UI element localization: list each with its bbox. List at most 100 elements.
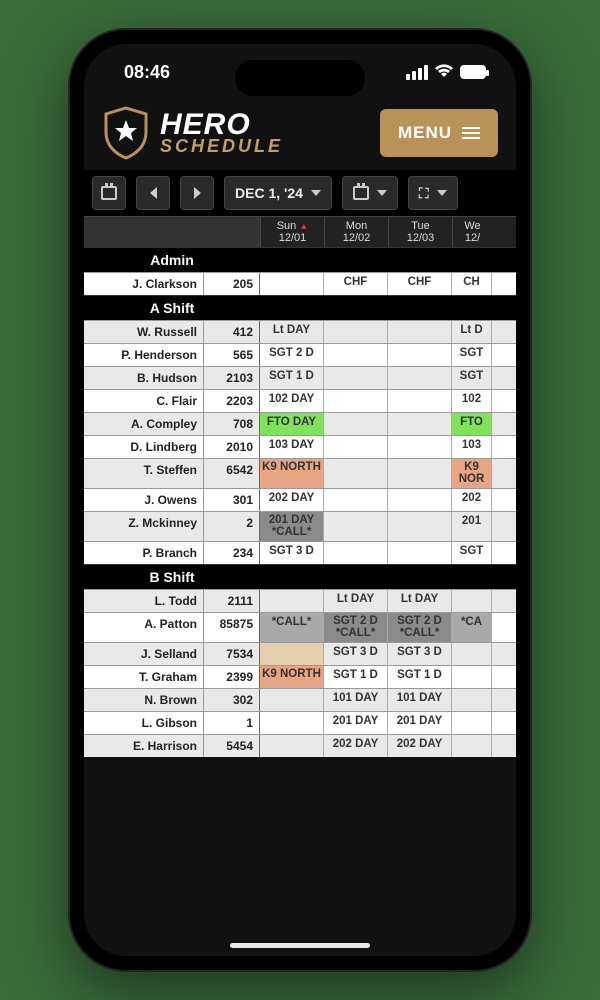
- schedule-cell[interactable]: SGT 3 D: [260, 542, 324, 564]
- schedule-cell[interactable]: SGT 3 D: [388, 643, 452, 665]
- schedule-cell[interactable]: *CALL*: [260, 613, 324, 642]
- schedule-cell[interactable]: Lt DAY: [324, 590, 388, 612]
- schedule-cell[interactable]: [452, 643, 492, 665]
- schedule-row[interactable]: N. Brown302101 DAY101 DAY: [84, 688, 516, 711]
- schedule-cell[interactable]: [388, 489, 452, 511]
- schedule-cell[interactable]: 202 DAY: [260, 489, 324, 511]
- schedule-cell[interactable]: 201 DAY *CALL*: [260, 512, 324, 541]
- schedule-row[interactable]: J. Clarkson205CHFCHFCH: [84, 272, 516, 295]
- schedule-row[interactable]: E. Harrison5454202 DAY202 DAY: [84, 734, 516, 757]
- schedule-cell[interactable]: Lt DAY: [388, 590, 452, 612]
- schedule-cell[interactable]: FTO: [452, 413, 492, 435]
- view-button[interactable]: [342, 176, 398, 210]
- schedule-cell[interactable]: SGT 1 D: [388, 666, 452, 688]
- schedule-cell[interactable]: [324, 542, 388, 564]
- schedule-cell[interactable]: [388, 321, 452, 343]
- schedule-cell[interactable]: [324, 413, 388, 435]
- schedule-row[interactable]: A. Patton85875*CALL*SGT 2 D *CALL*SGT 2 …: [84, 612, 516, 642]
- schedule-cell[interactable]: SGT 2 D: [260, 344, 324, 366]
- schedule-row[interactable]: L. Gibson1201 DAY201 DAY: [84, 711, 516, 734]
- schedule-cell[interactable]: Lt DAY: [260, 321, 324, 343]
- schedule-cell[interactable]: SGT 2 D *CALL*: [388, 613, 452, 642]
- schedule-cell[interactable]: 202 DAY: [388, 735, 452, 757]
- schedule-cell[interactable]: [260, 689, 324, 711]
- schedule-cell[interactable]: [452, 666, 492, 688]
- schedule-cell[interactable]: SGT: [452, 542, 492, 564]
- schedule-row[interactable]: J. Owens301202 DAY202: [84, 488, 516, 511]
- schedule-cell[interactable]: 102 DAY: [260, 390, 324, 412]
- schedule-cell[interactable]: CHF: [324, 273, 388, 295]
- schedule-row[interactable]: C. Flair2203102 DAY102: [84, 389, 516, 412]
- schedule-cell[interactable]: 102: [452, 390, 492, 412]
- schedule-cell[interactable]: K9 NORTH: [260, 666, 324, 688]
- calendar-select-button[interactable]: [92, 176, 126, 210]
- menu-button[interactable]: MENU: [380, 109, 498, 157]
- schedule-cell[interactable]: [324, 321, 388, 343]
- schedule-cell[interactable]: 101 DAY: [388, 689, 452, 711]
- schedule-cell[interactable]: 202 DAY: [324, 735, 388, 757]
- schedule-cell[interactable]: 103: [452, 436, 492, 458]
- schedule-cell[interactable]: K9 NORTH: [260, 459, 324, 488]
- schedule-cell[interactable]: 201 DAY: [324, 712, 388, 734]
- schedule-row[interactable]: D. Lindberg2010103 DAY103: [84, 435, 516, 458]
- schedule-cell[interactable]: SGT 3 D: [324, 643, 388, 665]
- schedule-cell[interactable]: [324, 390, 388, 412]
- schedule-cell[interactable]: FTO DAY: [260, 413, 324, 435]
- schedule-cell[interactable]: 103 DAY: [260, 436, 324, 458]
- schedule-row[interactable]: L. Todd2111Lt DAYLt DAY: [84, 589, 516, 612]
- schedule-cell[interactable]: [324, 436, 388, 458]
- schedule-cell[interactable]: [324, 367, 388, 389]
- schedule-cell[interactable]: 201: [452, 512, 492, 541]
- schedule-cell[interactable]: [324, 459, 388, 488]
- schedule-cell[interactable]: 101 DAY: [324, 689, 388, 711]
- schedule-cell[interactable]: 202: [452, 489, 492, 511]
- schedule-cell[interactable]: [388, 512, 452, 541]
- schedule-cell[interactable]: [260, 712, 324, 734]
- schedule-row[interactable]: P. Branch234SGT 3 DSGT: [84, 541, 516, 564]
- org-button[interactable]: ⛶: [408, 176, 458, 210]
- schedule-cell[interactable]: SGT 2 D *CALL*: [324, 613, 388, 642]
- schedule-row[interactable]: P. Henderson565SGT 2 DSGT: [84, 343, 516, 366]
- schedule-cell[interactable]: *CA: [452, 613, 492, 642]
- schedule-cell[interactable]: [260, 273, 324, 295]
- schedule-cell[interactable]: CHF: [388, 273, 452, 295]
- schedule-cell[interactable]: [324, 512, 388, 541]
- prev-button[interactable]: [136, 176, 170, 210]
- schedule-cell[interactable]: [260, 643, 324, 665]
- schedule-cell[interactable]: [452, 590, 492, 612]
- schedule-cell[interactable]: [452, 712, 492, 734]
- schedule-cell[interactable]: [388, 344, 452, 366]
- schedule-cell[interactable]: SGT: [452, 367, 492, 389]
- schedule-row[interactable]: Z. Mckinney2201 DAY *CALL*201: [84, 511, 516, 541]
- schedule-cell[interactable]: [388, 459, 452, 488]
- schedule-row[interactable]: W. Russell412Lt DAYLt D: [84, 320, 516, 343]
- schedule-cell[interactable]: CH: [452, 273, 492, 295]
- schedule-cell[interactable]: [388, 367, 452, 389]
- schedule-cell[interactable]: [452, 689, 492, 711]
- date-header-cell[interactable]: Tue12/03: [388, 217, 452, 247]
- schedule-cell[interactable]: [388, 542, 452, 564]
- schedule-row[interactable]: B. Hudson2103SGT 1 DSGT: [84, 366, 516, 389]
- schedule-cell[interactable]: [260, 735, 324, 757]
- schedule-cell[interactable]: [388, 413, 452, 435]
- schedule-cell[interactable]: [324, 489, 388, 511]
- next-button[interactable]: [180, 176, 214, 210]
- schedule-cell[interactable]: K9 NOR: [452, 459, 492, 488]
- schedule-row[interactable]: J. Selland7534SGT 3 DSGT 3 D: [84, 642, 516, 665]
- schedule-cell[interactable]: SGT 1 D: [260, 367, 324, 389]
- date-picker-button[interactable]: DEC 1, '24: [224, 176, 332, 210]
- schedule-row[interactable]: T. Graham2399K9 NORTHSGT 1 DSGT 1 D: [84, 665, 516, 688]
- schedule-cell[interactable]: Lt D: [452, 321, 492, 343]
- schedule-cell[interactable]: [452, 735, 492, 757]
- schedule-row[interactable]: A. Compley708FTO DAYFTO: [84, 412, 516, 435]
- schedule-cell[interactable]: SGT: [452, 344, 492, 366]
- schedule-cell[interactable]: SGT 1 D: [324, 666, 388, 688]
- date-header-cell[interactable]: Mon12/02: [324, 217, 388, 247]
- date-header-cell[interactable]: We12/: [452, 217, 492, 247]
- schedule-cell[interactable]: 201 DAY: [388, 712, 452, 734]
- schedule-cell[interactable]: [260, 590, 324, 612]
- schedule-row[interactable]: T. Steffen6542K9 NORTHK9 NOR: [84, 458, 516, 488]
- schedule-cell[interactable]: [388, 436, 452, 458]
- schedule-cell[interactable]: [388, 390, 452, 412]
- schedule-grid[interactable]: AdminJ. Clarkson205CHFCHFCHA ShiftW. Rus…: [84, 247, 516, 757]
